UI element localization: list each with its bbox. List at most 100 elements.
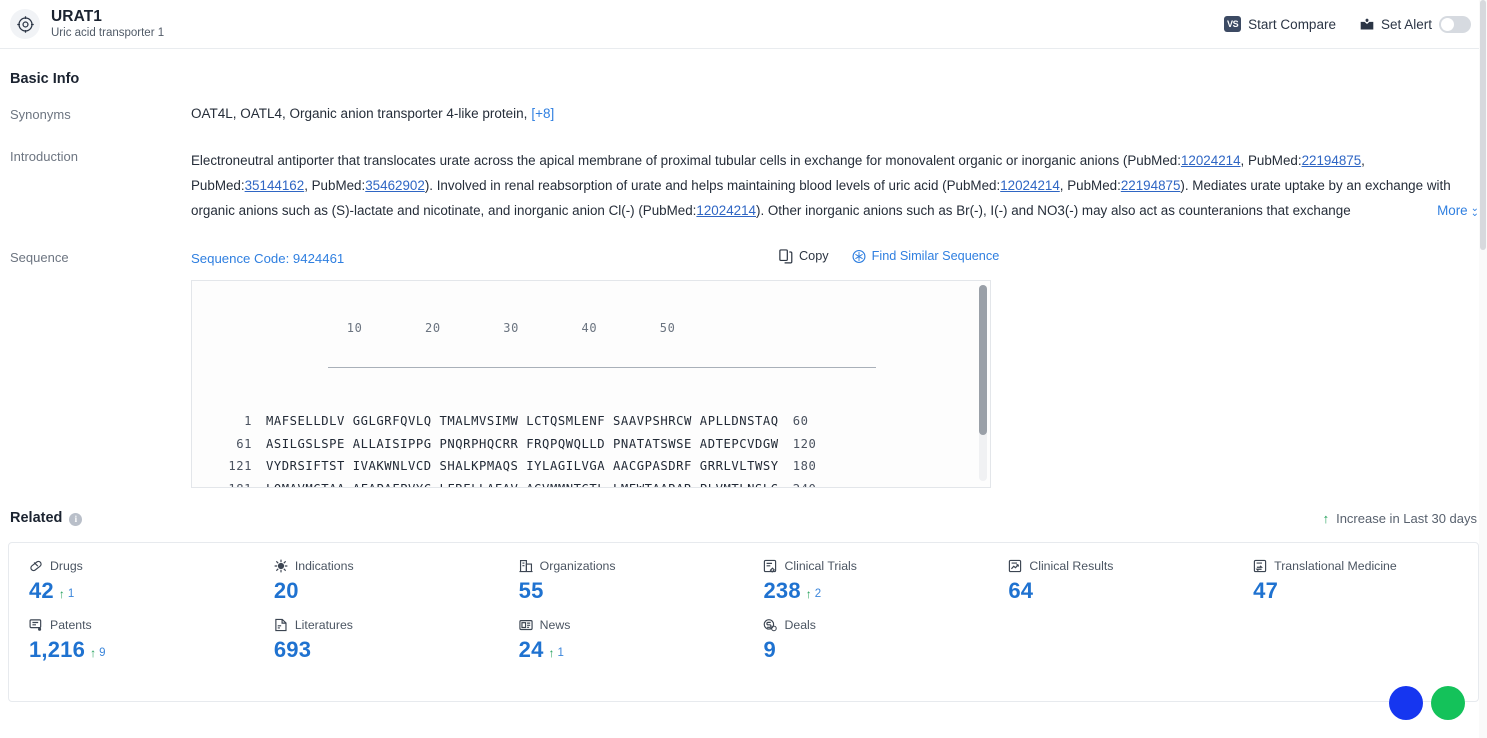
intro-line2-a: PubMed: <box>191 178 245 193</box>
related-card-clinical-trials[interactable]: Clinical Trials 238 ↑ 2 <box>743 557 988 604</box>
related-card-deals[interactable]: Deals 9 <box>743 616 988 663</box>
sequence-toolbar: Sequence Code: 9424461 Copy Find Similar… <box>191 248 1479 267</box>
find-similar-sequence-button[interactable]: Find Similar Sequence <box>852 249 1000 263</box>
patent-icon <box>29 618 43 632</box>
card-header: Indications <box>274 557 499 574</box>
card-value: 20 <box>273 578 299 603</box>
related-card-indications[interactable]: Indications 20 <box>254 557 499 604</box>
sequence-residues: ASILGSLSPE ALLAISIPPG PNQRPHQCRR FRQPQWQ… <box>266 436 779 451</box>
pubmed-link[interactable]: 35462902 <box>365 178 425 193</box>
intro-line1-a: Electroneutral antiporter that transloca… <box>191 153 1181 168</box>
sequence-row: Sequence Sequence Code: 9424461 Copy Fin… <box>8 248 1479 488</box>
info-icon[interactable]: i <box>69 512 83 526</box>
header-titles: URAT1 Uric acid transporter 1 <box>51 8 164 41</box>
pill-icon <box>29 559 43 573</box>
card-label: Indications <box>294 558 354 573</box>
card-value-row: 24 ↑ 1 <box>519 637 744 663</box>
set-alert-toggle[interactable] <box>1439 15 1471 33</box>
card-value-row: 9 <box>763 637 988 663</box>
chat-fab-icon[interactable] <box>1389 686 1423 720</box>
related-title: Related <box>10 510 63 526</box>
synonyms-more-link[interactable]: [+8] <box>531 106 554 121</box>
intro-line2-e: ). Mediates urate uptake by an exchange <box>1180 178 1424 193</box>
sequence-code[interactable]: Sequence Code: 9424461 <box>191 251 344 266</box>
related-card-literatures[interactable]: Literatures 693 <box>254 616 499 663</box>
intro-line1-b: , PubMed: <box>1240 153 1302 168</box>
sequence-start-index: 181 <box>192 478 252 487</box>
set-alert-button[interactable]: Set Alert <box>1360 15 1471 33</box>
introduction-text: Electroneutral antiporter that transloca… <box>191 148 1479 223</box>
card-delta-value: 9 <box>99 647 106 659</box>
introduction-more[interactable]: More ⌄ ⌄ <box>1391 198 1479 223</box>
building-icon <box>519 559 533 573</box>
sequence-scrollbar-thumb[interactable] <box>979 285 987 435</box>
related-cards-grid: Drugs 42 ↑ 1 Indications 20 Organizations 55 Cli… <box>9 557 1478 663</box>
pubmed-link[interactable]: 35144162 <box>245 178 305 193</box>
target-crosshair-icon <box>10 9 40 39</box>
synonyms-row: Synonyms OAT4L, OATL4, Organic anion tra… <box>8 106 1479 122</box>
card-delta-value: 1 <box>67 588 75 600</box>
card-header: Patents <box>29 616 254 633</box>
find-similar-icon <box>852 249 866 263</box>
card-value-row: 64 <box>1008 578 1233 604</box>
start-compare-button[interactable]: VS Start Compare <box>1224 16 1336 32</box>
pubmed-link[interactable]: 12024214 <box>1000 178 1060 193</box>
card-value: 1,216 <box>29 637 86 662</box>
literature-icon <box>274 618 288 632</box>
sequence-scrollbar[interactable] <box>979 285 987 481</box>
related-card-translational-medicine[interactable]: Translational Medicine 47 <box>1233 557 1478 604</box>
related-cards-panel: Drugs 42 ↑ 1 Indications 20 Organizations 55 Cli… <box>8 542 1479 702</box>
sequence-start-index: 1 <box>244 414 252 428</box>
card-label: Drugs <box>50 558 83 573</box>
sequence-residues: VYDRSIFTST IVAKWNLVCD SHALKPMAQS IYLAGIL… <box>266 459 779 474</box>
sequence-start-index: 61 <box>236 436 252 451</box>
page-scrollbar[interactable] <box>1479 0 1487 738</box>
sequence-residues: MAFSELLDLV GGLGRFQVLQ TMALMVSIMW LCTQSML… <box>266 414 779 428</box>
copy-label: Copy <box>799 249 829 263</box>
arrow-up-icon: ↑ <box>1322 510 1330 526</box>
related-card-drugs[interactable]: Drugs 42 ↑ 1 <box>9 557 254 604</box>
card-delta-value: 2 <box>814 588 822 600</box>
related-card-clinical-results[interactable]: Clinical Results 64 <box>988 557 1233 604</box>
arrow-up-icon: ↑ <box>805 587 812 601</box>
introduction-row: Introduction Electroneutral antiporter t… <box>8 148 1479 223</box>
card-delta-value: 1 <box>557 647 564 659</box>
sequence-line: 1 MAFSELLDLV GGLGRFQVLQ TMALMVSIMW LCTQSM… <box>192 410 990 433</box>
pubmed-link[interactable]: 22194875 <box>1302 153 1362 168</box>
pubmed-link[interactable]: 22194875 <box>1121 178 1181 193</box>
more-button[interactable]: More ⌄ ⌄ <box>1437 203 1479 219</box>
page-scrollbar-thumb[interactable] <box>1480 0 1486 250</box>
related-card-news[interactable]: News 24 ↑ 1 <box>499 616 744 663</box>
card-value: 42 <box>29 578 54 603</box>
related-card-organizations[interactable]: Organizations 55 <box>499 557 744 604</box>
card-label: Translational Medicine <box>1274 558 1397 573</box>
pubmed-link[interactable]: 12024214 <box>1181 153 1241 168</box>
find-similar-label: Find Similar Sequence <box>871 249 1000 263</box>
card-value-row: 20 <box>274 578 499 604</box>
floating-action-buttons <box>1389 686 1465 720</box>
sequence-residues: LQMAVMGTAA AFAPAFPVYC LFRFLLAFAV AGVMMNT… <box>252 482 779 487</box>
synonyms-label: Synonyms <box>10 107 71 122</box>
card-value-row: 238 ↑ 2 <box>763 578 988 604</box>
page-subtitle: Uric acid transporter 1 <box>51 26 165 39</box>
card-label: Deals <box>784 617 816 632</box>
app-header: URAT1 Uric acid transporter 1 VS Start C… <box>0 0 1487 49</box>
sequence-actions: Copy Find Similar Sequence <box>779 248 1000 263</box>
sequence-viewer[interactable]: 10 20 30 40 50 1 MAFSELLDLV GGLGRFQVLQ TM… <box>191 280 991 488</box>
pubmed-link[interactable]: 12024214 <box>696 203 756 218</box>
card-label: Clinical Results <box>1029 558 1114 573</box>
card-value: 238 <box>763 578 801 603</box>
wechat-fab-icon[interactable] <box>1431 686 1465 720</box>
sequence-rows: 1 MAFSELLDLV GGLGRFQVLQ TMALMVSIMW LCTQSM… <box>192 410 990 487</box>
card-label: News <box>539 617 571 632</box>
ruler-ticks: 10 20 30 40 50 <box>292 321 676 335</box>
card-delta: ↑ 1 <box>549 647 564 663</box>
copy-button[interactable]: Copy <box>779 248 829 263</box>
intro-line3-b: ). Other inorganic anions such as Br(-),… <box>755 203 1351 218</box>
card-header: Drugs <box>29 557 254 574</box>
related-card-patents[interactable]: Patents 1,216 ↑ 9 <box>9 616 254 663</box>
start-compare-label: Start Compare <box>1248 16 1336 32</box>
copy-icon <box>779 248 793 263</box>
card-value-row: 55 <box>519 578 744 604</box>
alert-envelope-icon <box>1360 17 1374 31</box>
